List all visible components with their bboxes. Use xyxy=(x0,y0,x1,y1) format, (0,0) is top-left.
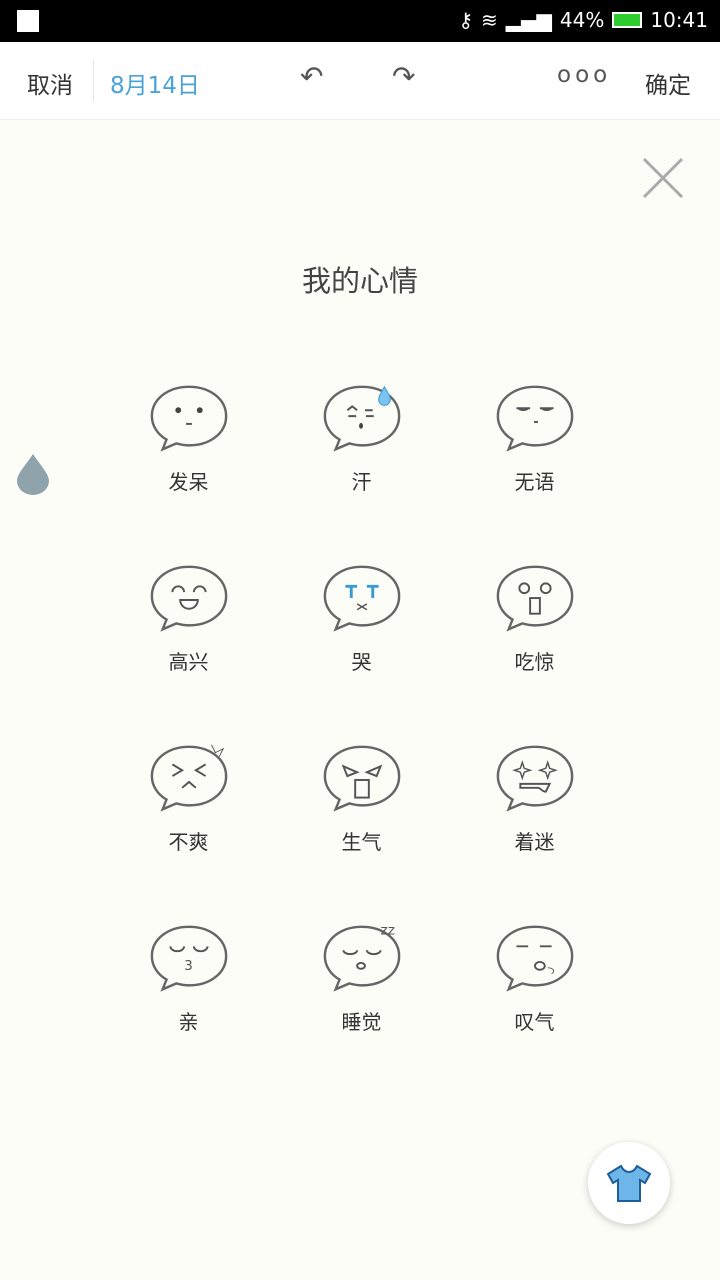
mood-label: 不爽 xyxy=(168,830,209,854)
mood-label: 吃惊 xyxy=(514,650,555,674)
battery-percent: 44% xyxy=(559,8,605,32)
mood-label: 无语 xyxy=(514,470,555,494)
mood-label: 哭 xyxy=(351,650,372,674)
date-label[interactable]: 8月14日 xyxy=(110,66,200,100)
mood-item-kiss[interactable]: 3亲 xyxy=(102,920,275,1034)
status-bar: ⚷ ≋ ▂▄▆ 44% 10:41 xyxy=(0,0,720,42)
mood-grid: 发呆汗无语 高兴哭吃惊 不爽 生气 着迷 3 亲 zz 睡觉 叹气 xyxy=(102,380,621,1034)
mood-label: 汗 xyxy=(351,470,372,494)
mood-item-speechless[interactable]: 无语 xyxy=(448,380,621,494)
sigh-face-icon xyxy=(496,925,573,992)
notification-icon xyxy=(17,10,39,32)
mood-item-blank[interactable]: 发呆 xyxy=(102,380,275,494)
battery-icon xyxy=(612,12,643,28)
mood-item-annoyed[interactable]: 不爽 xyxy=(102,740,275,854)
sweat-face-icon xyxy=(323,385,400,452)
clock: 10:41 xyxy=(650,8,708,32)
mood-item-sigh[interactable]: 叹气 xyxy=(448,920,621,1034)
wifi-icon: ≋ xyxy=(480,8,498,32)
kiss-face-icon: 3 xyxy=(150,925,227,992)
more-icon[interactable]: ooo xyxy=(557,62,611,88)
theme-button[interactable] xyxy=(588,1142,670,1224)
water-drop-icon[interactable] xyxy=(15,452,51,496)
annoyed-face-icon xyxy=(150,744,227,812)
divider xyxy=(93,60,94,102)
mood-label: 生气 xyxy=(341,830,382,854)
mood-item-cry[interactable]: 哭 xyxy=(275,560,448,674)
blank-face-icon xyxy=(150,385,227,452)
mood-item-angry[interactable]: 生气 xyxy=(275,740,448,854)
undo-icon[interactable]: ↶ xyxy=(300,60,323,93)
angry-face-icon xyxy=(323,745,400,812)
svg-text:zz: zz xyxy=(380,923,394,939)
svg-text:3: 3 xyxy=(184,958,193,974)
mood-item-happy[interactable]: 高兴 xyxy=(102,560,275,674)
key-icon: ⚷ xyxy=(458,8,473,32)
speechless-face-icon xyxy=(496,385,573,452)
close-icon[interactable] xyxy=(640,155,686,201)
surprised-face-icon xyxy=(496,565,573,632)
mood-item-sweat[interactable]: 汗 xyxy=(275,380,448,494)
sleep-face-icon: zz xyxy=(323,923,400,992)
signal-icon: ▂▄▆ xyxy=(505,8,552,32)
mood-item-sleep[interactable]: zz 睡觉 xyxy=(275,920,448,1034)
mood-label: 亲 xyxy=(178,1010,199,1034)
happy-face-icon xyxy=(150,565,227,632)
toolbar: 取消 8月14日 ↶ ↷ ooo 确定 xyxy=(0,42,720,120)
confirm-button[interactable]: 确定 xyxy=(645,66,691,100)
mood-label: 着迷 xyxy=(514,830,555,854)
mood-label: 睡觉 xyxy=(341,1010,382,1034)
shirt-icon xyxy=(606,1164,652,1202)
mood-item-fascinated[interactable]: 着迷 xyxy=(448,740,621,854)
cry-face-icon xyxy=(323,565,400,632)
mood-label: 发呆 xyxy=(168,470,209,494)
fascinated-face-icon xyxy=(496,745,573,812)
panel-title: 我的心情 xyxy=(301,264,418,298)
cancel-button[interactable]: 取消 xyxy=(27,66,73,100)
mood-label: 叹气 xyxy=(514,1010,555,1034)
mood-label: 高兴 xyxy=(168,650,209,674)
mood-item-surprised[interactable]: 吃惊 xyxy=(448,560,621,674)
redo-icon[interactable]: ↷ xyxy=(392,60,415,93)
